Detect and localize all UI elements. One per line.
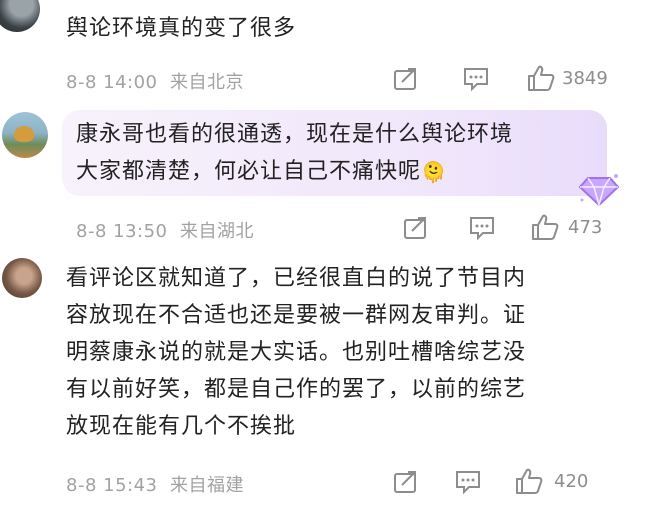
emoji-icon: 🫠 bbox=[421, 159, 447, 184]
like-count: 473 bbox=[568, 217, 603, 238]
comment-line: 大家都清楚，何必让自己不痛快呢🫠 bbox=[76, 153, 513, 191]
comment-icon[interactable] bbox=[462, 66, 490, 92]
comment-line: 容放现在不合适也还是要被一群网友审判。证 bbox=[66, 303, 527, 328]
comment-text: 看评论区就知道了，已经很直白的说了节目内 容放现在不合适也还是要被一群网友审判。… bbox=[66, 260, 526, 445]
avatar[interactable] bbox=[2, 112, 48, 158]
like-icon[interactable] bbox=[514, 466, 544, 496]
comment-icon[interactable] bbox=[454, 469, 482, 495]
comment-date: 8-8 13:50 bbox=[76, 221, 168, 242]
comment-location: 来自福建 bbox=[169, 475, 244, 496]
comment-text: 舆论环境真的变了很多 bbox=[66, 10, 296, 47]
comment-meta: 8-8 14:00 来自北京 bbox=[66, 68, 244, 94]
comment-line: 康永哥也看的很通透，现在是什么舆论环境 bbox=[76, 122, 514, 147]
share-icon[interactable] bbox=[392, 469, 420, 495]
avatar[interactable] bbox=[0, 0, 40, 32]
share-icon[interactable] bbox=[392, 66, 420, 92]
share-icon[interactable] bbox=[402, 215, 430, 241]
like-icon[interactable] bbox=[526, 63, 556, 93]
comment-meta: 8-8 13:50 来自湖北 bbox=[76, 217, 254, 243]
comment-meta: 8-8 15:43 来自福建 bbox=[66, 471, 244, 497]
like-icon[interactable] bbox=[530, 212, 560, 242]
gem-badge-icon bbox=[578, 174, 620, 208]
comment-date: 8-8 14:00 bbox=[66, 72, 158, 93]
like-count: 420 bbox=[554, 471, 589, 492]
comment-location: 来自湖北 bbox=[179, 221, 254, 242]
comment-line: 舆论环境真的变了很多 bbox=[66, 16, 297, 41]
comment-line: 看评论区就知道了，已经很直白的说了节目内 bbox=[66, 266, 527, 291]
avatar[interactable] bbox=[2, 258, 42, 298]
comment-line: 放现在能有几个不挨批 bbox=[66, 414, 297, 439]
comment-location: 来自北京 bbox=[169, 72, 244, 93]
cat-figure bbox=[14, 126, 34, 142]
comment-icon[interactable] bbox=[468, 215, 496, 241]
comment-date: 8-8 15:43 bbox=[66, 475, 158, 496]
like-count: 3849 bbox=[562, 68, 608, 89]
comment-line: 明蔡康永说的就是大实话。也别吐槽啥综艺没 bbox=[66, 340, 527, 365]
comment-line: 有以前好笑，都是自己作的罢了，以前的综艺 bbox=[66, 377, 527, 402]
comment-text: 康永哥也看的很通透，现在是什么舆论环境 大家都清楚，何必让自己不痛快呢🫠 bbox=[76, 116, 513, 191]
